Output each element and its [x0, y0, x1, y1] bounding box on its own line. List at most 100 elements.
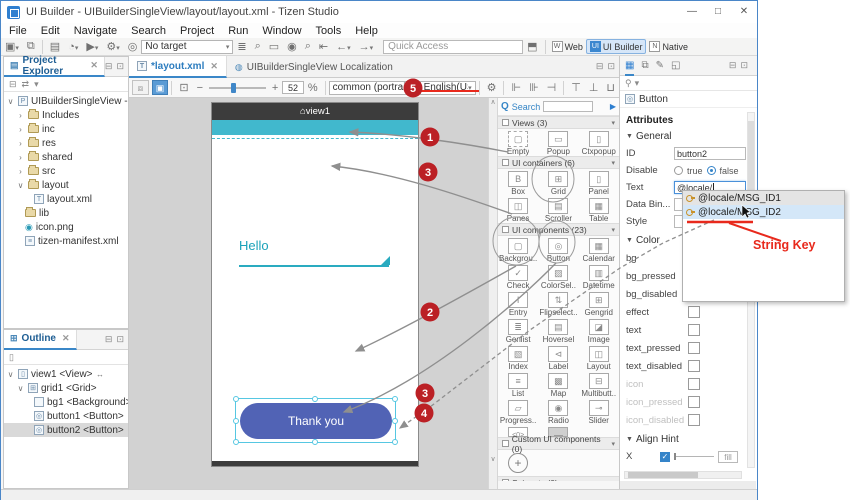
menu-help[interactable]: Help [355, 25, 378, 37]
palette-item-image[interactable]: ◪ Image [579, 317, 619, 344]
palette-item-check[interactable]: ✓ Check [498, 263, 538, 290]
maximize-view-icon[interactable]: ⊡ [116, 334, 124, 345]
section-views[interactable]: Views (3)▾ [498, 116, 619, 129]
palette-item-datetime[interactable]: ▥ Datetime [579, 263, 619, 290]
tree-item-icon-png[interactable]: ◉ icon.png [4, 220, 128, 234]
palette-item-hoversel[interactable]: ▤ Hoversel [538, 317, 578, 344]
phone-preview[interactable]: ⌂view1 Hello Thank you [211, 102, 419, 467]
palette-item-scroller[interactable]: ▤ Scroller [538, 196, 578, 223]
tree-item-res[interactable]: › res [4, 136, 128, 150]
target-selector[interactable]: No target▾ [141, 40, 233, 54]
chevron-down-icon[interactable]: ▾ [611, 119, 615, 127]
last-edit-icon[interactable]: ⇤ [315, 40, 332, 53]
zoom-value-input[interactable]: 52 [282, 81, 304, 94]
debug-icon[interactable]: ◔▾ [64, 41, 82, 53]
minimize-editor-icon[interactable]: ⊟ [596, 61, 604, 72]
fit-to-screen-icon[interactable]: ⊡ [175, 81, 192, 94]
x-align-fill-input[interactable]: fill [718, 451, 738, 463]
autocomplete-item-msg-id2[interactable]: @locale/MSG_ID2 [683, 205, 844, 219]
palette-item-layout[interactable]: ◫ Layout [579, 344, 619, 371]
text-disabled-color-swatch[interactable] [688, 360, 700, 372]
pin-menu-icon[interactable]: ▾ [635, 78, 640, 89]
selection-handle[interactable] [233, 396, 239, 402]
maximize-view-icon[interactable]: ⊡ [740, 60, 748, 71]
id-input[interactable]: button2 [674, 147, 746, 160]
autocomplete-item-msg-id1[interactable]: @locale/MSG_ID1 [683, 191, 844, 205]
preview-tab-icon[interactable]: ⧉ [641, 60, 648, 71]
palette-item-genlist[interactable]: ≣ Genlist [498, 317, 538, 344]
text-color-swatch[interactable] [688, 324, 700, 336]
tree-item-layout[interactable]: ∨ layout [4, 178, 128, 192]
zoom-in-icon[interactable]: + [268, 82, 282, 94]
tree-item-manifest[interactable]: ≡ tizen-manifest.xml [4, 234, 128, 248]
close-icon[interactable]: ✕ [88, 60, 98, 71]
align-middle-icon[interactable]: ⊥ [585, 81, 603, 94]
canvas-scrollbar[interactable]: ∧ ∨ [488, 98, 498, 489]
view-menu-icon[interactable]: ▾ [34, 79, 39, 90]
tree-item-lib[interactable]: lib [4, 206, 128, 220]
text-pressed-color-swatch[interactable] [688, 342, 700, 354]
search-a-icon[interactable]: ⌕ [251, 40, 265, 53]
selection-handle[interactable] [312, 396, 318, 402]
chevron-down-icon[interactable]: ▾ [611, 226, 615, 234]
outline-item-button2[interactable]: ◎ button2 <Button> [4, 423, 128, 437]
menu-edit[interactable]: Edit [41, 25, 60, 37]
close-icon[interactable]: ✕ [60, 333, 70, 344]
outline-item-button1[interactable]: ◎ button1 <Button> [4, 409, 128, 423]
link-editor-icon[interactable]: ⇄ [22, 79, 30, 90]
menu-search[interactable]: Search [131, 25, 166, 37]
tab-localization[interactable]: ◍ UIBuilderSingleView Localization [227, 56, 401, 78]
palette-item-gengrid[interactable]: ⊞ Gengrid [579, 290, 619, 317]
selection-handle[interactable] [233, 418, 239, 424]
palette-item-index[interactable]: ▧ Index [498, 344, 538, 371]
outline-item-grid1[interactable]: ∨⊞ grid1 <Grid> [4, 381, 128, 395]
search-doc-icon[interactable]: ⌕ [301, 40, 315, 53]
palette-item-flipselector[interactable]: ⇅ Flipselect.. [538, 290, 578, 317]
profile-icon[interactable]: ⚙▾ [102, 40, 123, 53]
x-align-slider[interactable] [674, 456, 714, 457]
palette-item-button[interactable]: ◎ Button [538, 236, 578, 263]
palette-item-list[interactable]: ≡ List [498, 371, 538, 398]
selection-handle[interactable] [233, 439, 239, 445]
tree-item-inc[interactable]: › inc [4, 122, 128, 136]
selection-box[interactable] [235, 398, 396, 443]
entry-resize-handle[interactable] [381, 256, 390, 265]
minimize-view-icon[interactable]: ⊟ [105, 61, 113, 72]
effect-color-swatch[interactable] [688, 306, 700, 318]
tree-item-shared[interactable]: › shared [4, 150, 128, 164]
document-icon[interactable]: ▤ [46, 40, 64, 53]
palette-item-progressbar[interactable]: ▱ Progress.. [498, 398, 538, 425]
design-source-mode-icon[interactable]: ▣ [152, 80, 169, 95]
emulator-manager-icon[interactable]: ≣ [233, 40, 250, 53]
menu-file[interactable]: File [9, 25, 27, 37]
tab-layout-xml[interactable]: T *layout.xml ✕ [129, 56, 227, 78]
menu-project[interactable]: Project [180, 25, 214, 37]
window-icon[interactable]: ▭ [265, 40, 283, 53]
zoom-slider[interactable] [209, 87, 266, 89]
palette-item-popup[interactable]: ▭ Popup [538, 129, 578, 156]
palette-item-label[interactable]: ⊲ Label [538, 344, 578, 371]
palette-item-entry[interactable]: I Entry [498, 290, 538, 317]
palette-item-box[interactable]: B Box [498, 169, 538, 196]
minimize-view-icon[interactable]: ⊟ [729, 60, 737, 71]
palette-item-ctxpopup[interactable]: ▯ Ctxpopup [579, 129, 619, 156]
minimize-view-icon[interactable]: ⊟ [105, 334, 113, 345]
palette-item-background[interactable]: ▢ Backgrou.. [498, 236, 538, 263]
outline-item-bg1[interactable]: bg1 <Background> [4, 395, 128, 409]
tree-item-includes[interactable]: › Includes [4, 108, 128, 122]
chevron-down-icon[interactable]: ▾ [611, 159, 615, 167]
palette-item-calendar[interactable]: ▦ Calendar [579, 236, 619, 263]
x-align-checkbox[interactable]: ✓ [660, 452, 670, 462]
menu-run[interactable]: Run [228, 25, 248, 37]
tree-item-layout-xml[interactable]: T layout.xml [4, 192, 128, 206]
align-center-icon[interactable]: ⊪ [525, 81, 543, 94]
palette-item-table[interactable]: ▦ Table [579, 196, 619, 223]
outline-tab[interactable]: ⊞ Outline ✕ [4, 330, 77, 350]
selection-handle[interactable] [392, 439, 398, 445]
palette-item-radio[interactable]: ◉ Radio [538, 398, 578, 425]
tree-item-src[interactable]: › src [4, 164, 128, 178]
language-selector[interactable]: English(US)▾ [420, 81, 476, 95]
new-project-icon[interactable]: ▣▾ [1, 40, 23, 53]
selection-handle[interactable] [392, 396, 398, 402]
properties-hscrollbar[interactable] [624, 471, 742, 479]
